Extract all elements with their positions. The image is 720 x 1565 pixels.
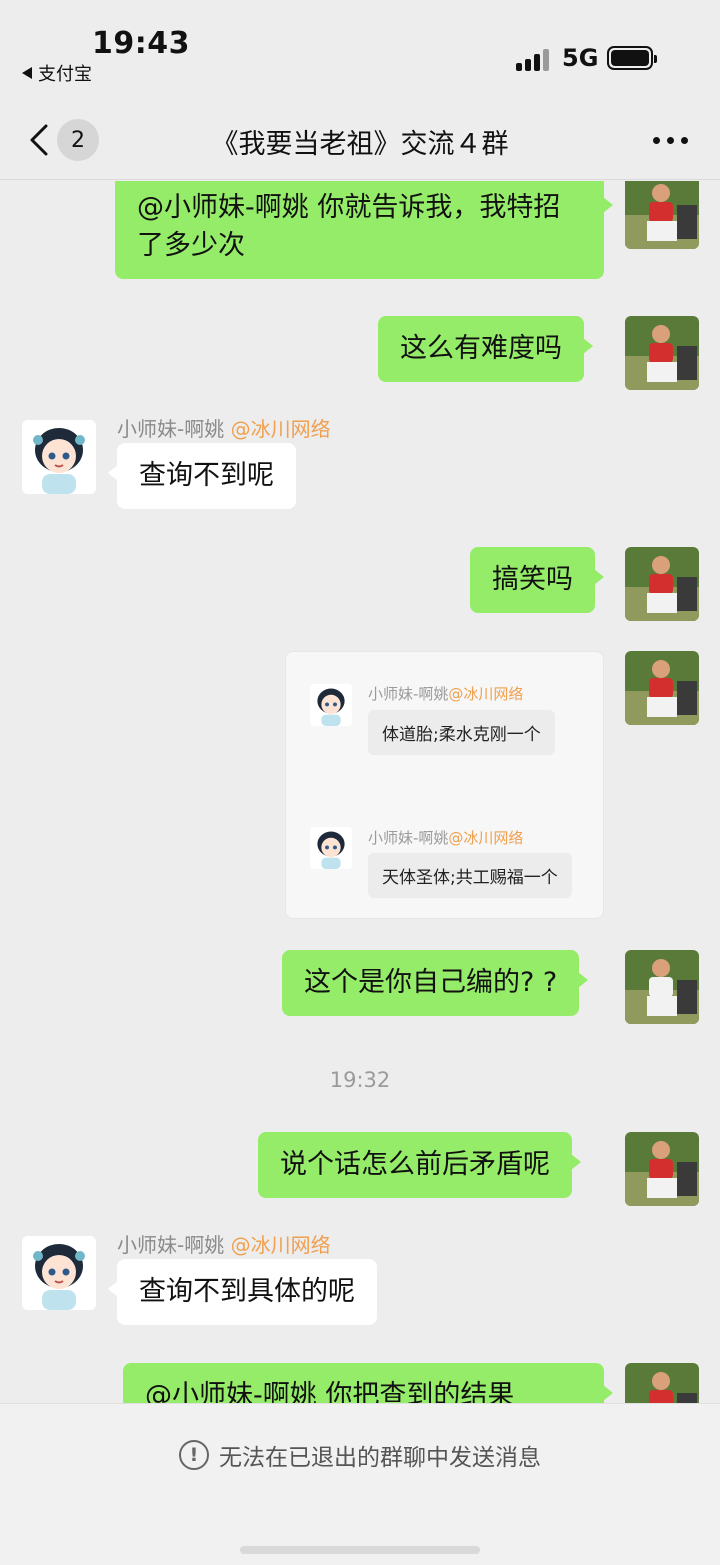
message-text: 这个是你自己编的? ?	[304, 967, 558, 998]
status-bar: 19:43 支付宝 5G	[0, 0, 720, 100]
contact-avatar[interactable]	[22, 420, 96, 494]
sender-name: 小师妹-啊姚 @冰川网络	[117, 1233, 331, 1257]
contact-avatar	[310, 827, 352, 869]
my-avatar[interactable]	[625, 1132, 699, 1206]
my-avatar[interactable]	[625, 950, 699, 1024]
message-bubble-outgoing[interactable]: 说个话怎么前后矛盾呢	[258, 1132, 581, 1198]
back-app-label: 支付宝	[38, 64, 92, 85]
message-text: 查询不到具体的呢	[139, 1276, 355, 1307]
battery-icon	[607, 46, 657, 70]
contact-avatar	[310, 684, 352, 726]
quote-sender-name: 小师妹-啊姚@冰川网络	[368, 829, 524, 847]
message-text: @小师妹-啊姚 你把查到的结果	[145, 1380, 515, 1403]
message-text: 查询不到呢	[139, 460, 274, 491]
message-text: 搞笑吗	[492, 564, 573, 595]
chat-header: 2 《我要当老祖》交流４群	[0, 100, 720, 180]
message-text: @小师妹-啊姚 你就告诉我，我特招了多少次	[137, 192, 561, 261]
message-bubble-outgoing[interactable]: @小师妹-啊姚 你把查到的结果	[123, 1363, 613, 1403]
quote-message-bubble: 体道胎;柔水克刚一个	[368, 710, 555, 755]
back-triangle-icon	[22, 67, 32, 79]
input-disabled-bar: ! 无法在已退出的群聊中发送消息	[0, 1403, 720, 1565]
message-bubble-outgoing[interactable]: 这么有难度吗	[378, 316, 593, 382]
status-time: 19:43	[92, 26, 190, 61]
message-bubble-outgoing[interactable]: 搞笑吗	[470, 547, 604, 613]
my-avatar[interactable]	[625, 316, 699, 390]
info-exclamation-icon: !	[179, 1440, 209, 1470]
my-avatar[interactable]	[625, 651, 699, 725]
unread-count-badge[interactable]: 2	[57, 119, 99, 161]
contact-avatar[interactable]	[22, 1236, 96, 1310]
my-avatar[interactable]	[625, 1363, 699, 1403]
message-text: 这么有难度吗	[400, 333, 562, 364]
message-bubble-outgoing[interactable]: 这个是你自己编的? ?	[282, 950, 589, 1016]
message-bubble-incoming[interactable]: 查询不到具体的呢	[108, 1259, 377, 1325]
sender-name: 小师妹-啊姚 @冰川网络	[117, 417, 331, 441]
my-avatar[interactable]	[625, 547, 699, 621]
network-type: 5G	[562, 44, 599, 72]
message-list[interactable]: @小师妹-啊姚 你就告诉我，我特招了多少次 这么有难度吗 小师妹-啊姚 @冰川网…	[0, 181, 720, 1403]
more-options-icon[interactable]	[653, 137, 688, 144]
back-to-app-link[interactable]: 支付宝	[22, 60, 92, 86]
notice-text: 无法在已退出的群聊中发送消息	[219, 1445, 541, 1471]
message-bubble-outgoing[interactable]: @小师妹-啊姚 你就告诉我，我特招了多少次	[115, 181, 613, 279]
my-avatar[interactable]	[625, 181, 699, 249]
message-timestamp: 19:32	[329, 1068, 391, 1092]
exited-group-notice: ! 无法在已退出的群聊中发送消息	[0, 1438, 720, 1472]
quote-message-bubble: 天体圣体;共工赐福一个	[368, 853, 572, 898]
message-bubble-incoming[interactable]: 查询不到呢	[108, 443, 296, 509]
quote-sender-name: 小师妹-啊姚@冰川网络	[368, 685, 524, 703]
signal-icon	[516, 47, 549, 71]
home-indicator[interactable]	[240, 1546, 480, 1554]
chevron-left-icon[interactable]	[28, 124, 50, 156]
screenshot-image-message[interactable]: 小师妹-啊姚@冰川网络 体道胎;柔水克刚一个 小师妹-啊姚@冰川网络 天体圣体;…	[285, 651, 604, 919]
group-title: 《我要当老祖》交流４群	[211, 129, 509, 160]
message-text: 说个话怎么前后矛盾呢	[280, 1149, 550, 1180]
